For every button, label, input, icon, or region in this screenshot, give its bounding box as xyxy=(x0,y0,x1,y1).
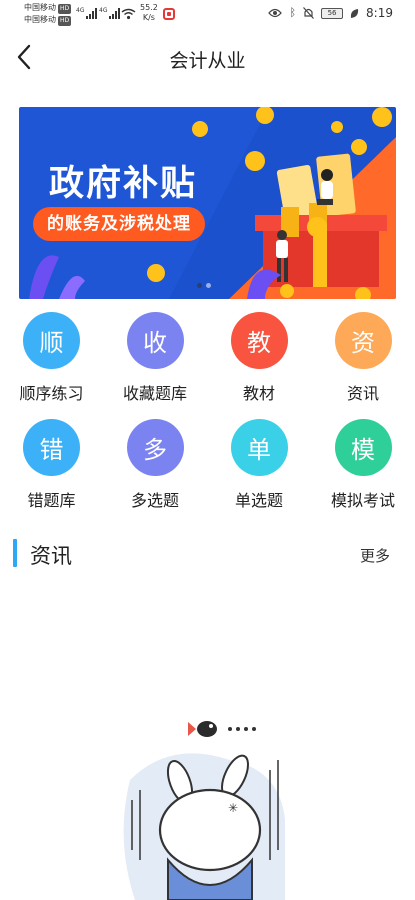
grid-row: 顺 顺序练习 收 收藏题库 教 教材 资 资讯 xyxy=(0,312,415,419)
leaf-icon xyxy=(350,8,359,18)
eye-icon xyxy=(268,8,283,18)
signal-icon: 4G xyxy=(76,7,98,19)
banner-subtitle: 的账务及涉税处理 xyxy=(33,207,205,241)
grid-item-textbook[interactable]: 教 教材 xyxy=(207,312,311,419)
grid-item-label: 顺序练习 xyxy=(19,384,84,403)
hd-badge: HD xyxy=(58,4,72,14)
banner-title: 政府补贴 xyxy=(49,164,198,204)
empty-state-illustration: ✳ xyxy=(123,721,285,900)
section-accent-bar xyxy=(13,539,17,567)
speed-unit: K/s xyxy=(142,13,155,22)
clock-time: 8:19 xyxy=(366,6,393,20)
grid-item-news[interactable]: 资 资讯 xyxy=(311,312,415,419)
network-speed: 55.2 K/s xyxy=(140,3,158,23)
multiple-choice-icon: 多 xyxy=(126,419,184,476)
carousel-indicator xyxy=(197,283,211,288)
page-title: 会计从业 xyxy=(169,50,246,72)
single-choice-icon: 单 xyxy=(230,419,288,476)
mock-exam-icon: 模 xyxy=(334,419,392,476)
carousel-dot[interactable] xyxy=(197,283,202,288)
wifi-icon xyxy=(121,8,136,20)
news-section-header: 资讯 更多 xyxy=(0,535,415,571)
bluetooth-icon: ᛒ xyxy=(289,6,297,19)
grid-item-favorites[interactable]: 收 收藏题库 xyxy=(103,312,207,419)
favorites-icon: 收 xyxy=(126,312,184,369)
textbook-icon: 教 xyxy=(230,312,288,369)
grid-item-label: 单选题 xyxy=(234,491,283,510)
section-title: 资讯 xyxy=(30,544,72,568)
grid-item-mock-exam[interactable]: 模 模拟考试 xyxy=(311,419,415,526)
signal-icon: 4G xyxy=(99,7,121,19)
grid-item-label: 多选题 xyxy=(130,491,179,510)
grid-item-single-choice[interactable]: 单 单选题 xyxy=(207,419,311,526)
grid-item-wrong-questions[interactable]: 错 错题库 xyxy=(0,419,103,526)
battery-icon: 56 xyxy=(321,7,344,19)
sequential-practice-icon: 顺 xyxy=(23,312,80,369)
fish-icon xyxy=(188,721,256,737)
bell-muted-icon xyxy=(303,7,314,19)
function-grid: 顺 顺序练习 收 收藏题库 教 教材 资 资讯 错 错题库 多 多选题 单 单选… xyxy=(0,312,415,526)
hd-badge: HD xyxy=(58,16,72,26)
battery-level: 56 xyxy=(327,9,337,17)
grid-item-label: 模拟考试 xyxy=(330,491,395,510)
svg-text:✳: ✳ xyxy=(228,801,238,815)
grid-item-label: 教材 xyxy=(242,384,275,403)
status-right: ᛒ 56 8:19 xyxy=(268,6,393,20)
wrong-questions-icon: 错 xyxy=(23,419,80,476)
grid-item-multiple-choice[interactable]: 多 多选题 xyxy=(103,419,207,526)
grid-item-sequential-practice[interactable]: 顺 顺序练习 xyxy=(0,312,103,419)
grid-item-label: 错题库 xyxy=(27,491,76,510)
network-type-2: 4G xyxy=(99,7,108,14)
carrier-1-label: 中国移动 xyxy=(24,3,56,12)
status-bar: 中国移动 HD 中国移动 HD 4G 4G 55.2 K/s ᛒ 56 8:19 xyxy=(0,0,415,32)
carrier-2: 中国移动 HD xyxy=(24,15,72,26)
news-icon: 资 xyxy=(334,312,392,369)
grid-item-label: 资讯 xyxy=(346,384,379,403)
grid-row: 错 错题库 多 多选题 单 单选题 模 模拟考试 xyxy=(0,419,415,526)
grid-item-label: 收藏题库 xyxy=(122,384,187,403)
promo-banner[interactable]: 政府补贴 的账务及涉税处理 xyxy=(19,107,396,299)
speed-value: 55.2 xyxy=(140,3,158,12)
carrier-1: 中国移动 HD xyxy=(24,3,72,14)
network-type-1: 4G xyxy=(76,7,85,14)
carousel-dot[interactable] xyxy=(206,283,211,288)
header: 会计从业 xyxy=(0,32,415,82)
carrier-2-label: 中国移动 xyxy=(24,15,56,24)
more-link[interactable]: 更多 xyxy=(360,545,390,566)
notification-app-icon xyxy=(163,8,175,20)
